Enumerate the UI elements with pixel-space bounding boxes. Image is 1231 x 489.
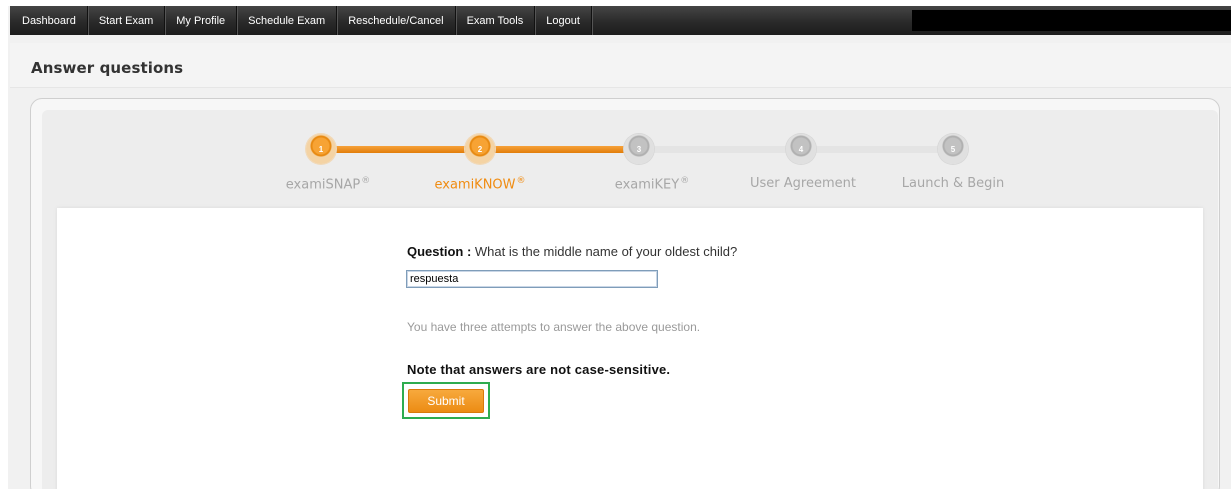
submit-button[interactable]: Submit (408, 389, 484, 413)
step-3-label: examiKEY® (615, 176, 689, 192)
step-4-number: 4 (798, 144, 804, 154)
question-label: Question : (407, 244, 472, 259)
step-5-label-text: Launch & Begin (901, 176, 1005, 191)
case-sensitivity-note: Note that answers are not case-sensitive… (407, 362, 671, 377)
step-4-label-text: User Agreement (750, 176, 856, 191)
step-connector-4-5 (816, 146, 938, 153)
step-connector-3-4 (654, 146, 788, 153)
progress-stepper: 1 2 3 4 5 examiSNAP® examiKNOW® examiKEY… (0, 0, 1231, 200)
attempts-notice: You have three attempts to answer the ab… (407, 320, 701, 334)
step-2-registered-mark: ® (516, 176, 526, 186)
step-1-label-text: examiSNAP (285, 177, 361, 193)
step-5-label: Launch & Begin (902, 176, 1005, 191)
step-3-circle: 3 (624, 134, 654, 164)
step-2-label: examiKNOW® (434, 176, 525, 192)
step-4-circle: 4 (786, 134, 816, 164)
step-connector-2-3 (492, 146, 624, 153)
step-1-label: examiSNAP® (286, 176, 370, 192)
step-2-circle: 2 (465, 134, 495, 164)
step-5-number: 5 (950, 144, 956, 154)
step-5-circle: 5 (938, 134, 968, 164)
security-question: Question : What is the middle name of yo… (407, 244, 737, 259)
step-3-number: 3 (636, 144, 642, 154)
step-3-registered-mark: ® (680, 176, 690, 186)
step-connector-1-2 (336, 146, 468, 153)
answer-input[interactable] (406, 270, 658, 288)
step-3-label-text: examiKEY (614, 177, 680, 193)
step-4-label: User Agreement (750, 176, 856, 191)
step-2-label-text: examiKNOW (434, 177, 516, 193)
step-1-circle: 1 (306, 134, 336, 164)
question-text: What is the middle name of your oldest c… (471, 244, 738, 259)
step-1-registered-mark: ® (361, 176, 371, 186)
step-2-number: 2 (477, 144, 483, 154)
step-1-number: 1 (318, 144, 324, 154)
